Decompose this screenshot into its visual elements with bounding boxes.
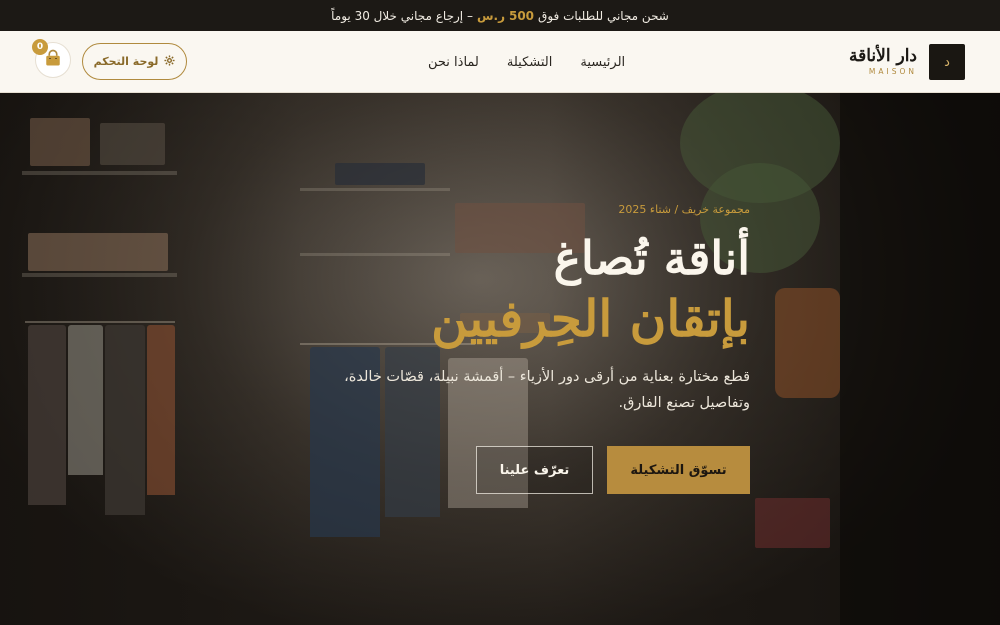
hanging-garment [105, 325, 145, 515]
folded-clothes [335, 163, 425, 185]
gear-icon [164, 54, 175, 69]
nav-item-collection[interactable]: التشكيلة [507, 55, 552, 70]
hero-eyebrow: مجموعة خريف / شتاء 2025 [618, 203, 750, 216]
hanging-garment [68, 325, 103, 475]
brand-mark: د [929, 44, 965, 80]
dark-wall [840, 93, 1000, 625]
brand-text: دار الأناقة MAISON [849, 48, 917, 76]
store-shelf [22, 171, 177, 175]
hero-ctas: تسوّق التشكيلة تعرّف علينا [330, 446, 750, 495]
folded-clothes [100, 123, 165, 165]
hero-section: مجموعة خريف / شتاء 2025 أناقة تُصاغ بإتق… [0, 93, 1000, 625]
hanging-garment [147, 325, 175, 495]
brand-subtitle: MAISON [868, 67, 917, 77]
folded-clothes [28, 233, 168, 271]
announcement-amount: 500 [508, 8, 535, 23]
hero-title-line2: بإتقان الحِرفيين [431, 288, 750, 348]
about-us-button[interactable]: تعرّف علينا [476, 446, 593, 495]
hanging-garment [28, 325, 66, 505]
clothing-rail [25, 321, 175, 323]
hero-description: قطع مختارة بعناية من أرقى دور الأزياء – … [344, 369, 750, 412]
nav-item-home[interactable]: الرئيسية [580, 55, 625, 70]
hero-content: مجموعة خريف / شتاء 2025 أناقة تُصاغ بإتق… [330, 203, 750, 495]
hero-title-line1: أناقة تُصاغ [553, 231, 750, 285]
shopping-bag-icon [44, 49, 62, 71]
folded-clothes [755, 498, 830, 548]
announcement-bar: شحن مجاني للطلبات فوق 500 ر.س – إرجاع مج… [0, 0, 1000, 31]
leather-bag [775, 288, 840, 398]
announcement-text-after: – إرجاع مجاني خلال 30 يوماً [331, 8, 473, 23]
cart-count-badge: 0 [32, 39, 48, 55]
cart-button[interactable]: 0 [32, 39, 71, 78]
store-shelf [300, 188, 450, 191]
site-header: د دار الأناقة MAISON الرئيسية التشكيلة ل… [0, 31, 1000, 93]
brand-logo[interactable]: د دار الأناقة MAISON [849, 44, 965, 80]
brand-name: دار الأناقة [849, 46, 917, 67]
dashboard-button[interactable]: لوحة التحكم [82, 43, 187, 80]
folded-clothes [30, 118, 90, 166]
main-nav: الرئيسية التشكيلة لماذا نحن [428, 31, 625, 93]
nav-item-why-us[interactable]: لماذا نحن [428, 55, 479, 70]
shop-collection-button[interactable]: تسوّق التشكيلة [607, 446, 750, 495]
dashboard-label: لوحة التحكم [93, 55, 159, 68]
announcement-currency: ر.س [476, 8, 505, 23]
announcement-text-before: شحن مجاني للطلبات فوق [538, 8, 669, 23]
store-shelf [22, 273, 177, 277]
